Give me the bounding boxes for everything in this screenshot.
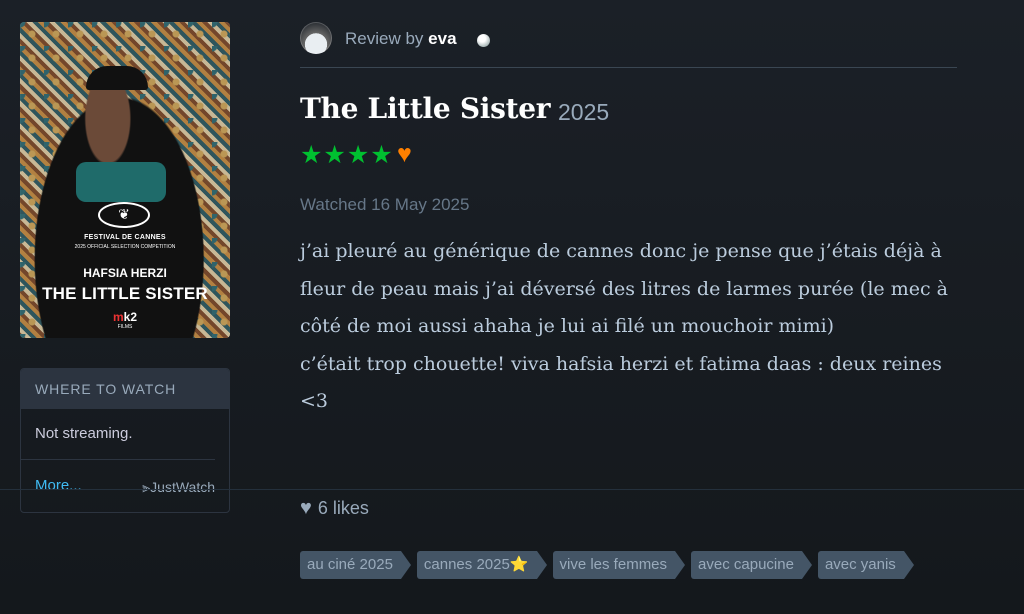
poster-festival: FESTIVAL DE CANNES — [84, 234, 166, 241]
where-to-watch-panel: WHERE TO WATCH Not streaming. More... ⫸J… — [20, 368, 230, 513]
poster-actor: HAFSIA HERZI — [83, 266, 167, 280]
review-by: Review by eva — [345, 29, 457, 49]
like-heart-icon: ♥ — [300, 497, 312, 519]
tag-label: vive les femmes — [559, 556, 668, 573]
poster-festival-sub: 2025 OFFICIAL SELECTION COMPETITION — [74, 244, 176, 250]
header-separator — [300, 67, 957, 68]
film-title[interactable]: The Little Sister — [300, 92, 550, 125]
poster-studio-logo: mk2 — [20, 310, 230, 324]
tag-label: avec yanis — [824, 556, 896, 573]
streaming-status: Not streaming. — [21, 409, 215, 460]
watched-date: Watched 16 May 2025 — [300, 195, 470, 214]
author-link[interactable]: eva — [428, 29, 456, 48]
cannes-palm-icon: ❦ — [98, 202, 150, 228]
poster-cap — [86, 66, 148, 90]
review-body: j’ai pleuré au générique de cannes donc … — [300, 233, 960, 421]
section-divider — [0, 489, 1024, 490]
tag[interactable]: vive les femmes — [552, 551, 685, 579]
tag-label: au ciné 2025 — [307, 556, 393, 573]
star-emoji-icon: ⭐ — [509, 556, 529, 573]
tag[interactable]: au ciné 2025 — [300, 551, 411, 579]
tag[interactable]: cannes 2025⭐ — [416, 551, 547, 579]
avatar[interactable] — [300, 22, 332, 54]
review-by-prefix: Review by — [345, 29, 424, 48]
tag-label: avec capucine — [698, 556, 794, 573]
tag-list: au ciné 2025 cannes 2025⭐ vive les femmes a… — [300, 551, 920, 579]
film-year[interactable]: 2025 — [558, 99, 609, 126]
more-link[interactable]: More... — [35, 477, 82, 494]
where-to-watch-footer: More... ⫸JustWatch — [35, 473, 215, 503]
rating-stars-icon: ★★★★ — [300, 141, 394, 169]
film-poster[interactable]: ❦ FESTIVAL DE CANNES 2025 OFFICIAL SELEC… — [20, 22, 230, 338]
poster-title: THE LITTLE SISTER — [42, 284, 208, 303]
poster-hoodie — [76, 162, 166, 202]
patron-badge-icon — [477, 34, 490, 47]
poster-studio-sub: FILMS — [117, 324, 133, 330]
review-paragraph: c’était trop chouette! viva hafsia herzi… — [300, 352, 942, 413]
where-to-watch-heading: WHERE TO WATCH — [21, 369, 229, 409]
tag[interactable]: avec capucine — [691, 551, 812, 579]
tag[interactable]: avec yanis — [817, 551, 914, 579]
justwatch-link[interactable]: ⫸JustWatch — [142, 479, 215, 496]
studio-logo-m: m — [112, 310, 124, 324]
studio-logo-k2: k2 — [123, 310, 138, 324]
liked-heart-icon: ♥ — [397, 140, 412, 168]
likes-label: 6 likes — [317, 498, 369, 518]
review-paragraph: j’ai pleuré au générique de cannes donc … — [300, 240, 948, 337]
tag-label: cannes 2025 — [423, 556, 510, 573]
likes-count[interactable]: ♥ 6 likes — [300, 497, 369, 520]
